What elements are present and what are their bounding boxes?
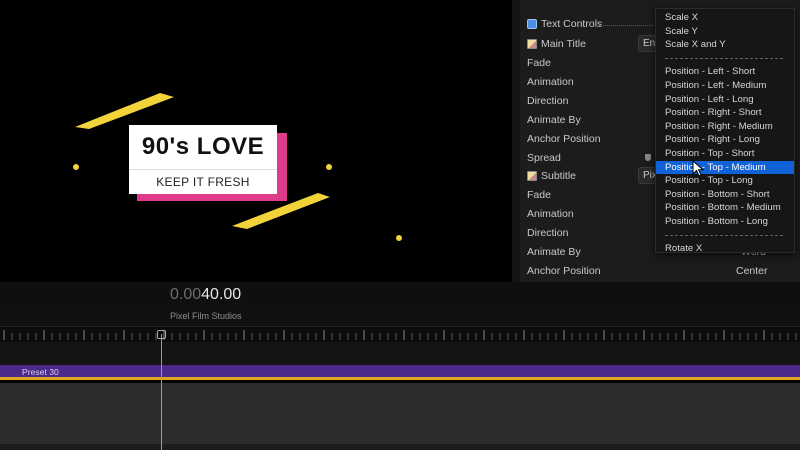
param-label: Subtitle xyxy=(541,170,577,182)
ruler-ticks xyxy=(3,330,797,340)
param-fade: Fade xyxy=(527,189,551,201)
playhead-icon[interactable] xyxy=(157,330,166,339)
project-name: Pixel Film Studios xyxy=(170,311,242,321)
menu-item[interactable]: Rotate X xyxy=(656,242,794,252)
menu-item[interactable]: Scale Y xyxy=(656,25,794,38)
yellow-dot xyxy=(73,164,79,170)
menu-item[interactable]: Position - Top - Long xyxy=(656,174,794,187)
clip-label: Preset 30 xyxy=(22,367,59,377)
title-card-sub: KEEP IT FRESH xyxy=(129,169,277,194)
param-animation: Animation xyxy=(527,208,574,220)
playhead-line[interactable] xyxy=(161,334,162,450)
menu-item[interactable]: Position - Right - Short xyxy=(656,106,794,119)
menu-item[interactable]: Scale X xyxy=(656,11,794,24)
title-sub-text: KEEP IT FRESH xyxy=(156,175,250,189)
timecode-bar xyxy=(0,282,800,306)
animation-dropdown-menu[interactable]: Scale X Scale Y Scale X and Y Position - Le… xyxy=(655,8,795,253)
menu-item[interactable]: Position - Top - Medium xyxy=(656,160,794,174)
timeline-ruler[interactable] xyxy=(0,326,800,342)
timecode-display[interactable]: 0.0040.00 xyxy=(170,286,241,304)
menu-item[interactable]: Position - Right - Medium xyxy=(656,120,794,133)
main-title-value-text: En xyxy=(643,38,656,49)
menu-item[interactable]: Position - Right - Long xyxy=(656,133,794,146)
timecode-main: 40.00 xyxy=(201,286,242,303)
menu-item[interactable]: Position - Top - Short xyxy=(656,147,794,160)
menu-item[interactable]: Position - Bottom - Short xyxy=(656,188,794,201)
menu-item[interactable]: Position - Left - Long xyxy=(656,93,794,106)
header-divider xyxy=(596,25,656,26)
timecode-dim: 0.00 xyxy=(170,286,202,303)
param-main-title[interactable]: Main Title xyxy=(527,38,586,50)
spread-slider-knob[interactable] xyxy=(645,154,651,161)
param-animation: Animation xyxy=(527,76,574,88)
param-spread: Spread xyxy=(527,152,561,164)
param-animate-by: Animate By xyxy=(527,114,581,126)
param-direction: Direction xyxy=(527,95,569,107)
text-edit-icon[interactable] xyxy=(527,171,537,181)
text-controls-header[interactable]: Text Controls xyxy=(527,18,602,30)
param-fade: Fade xyxy=(527,57,551,69)
menu-item[interactable]: Position - Left - Short xyxy=(656,65,794,78)
param-anchor-position: Anchor Position xyxy=(527,133,601,145)
param-subtitle[interactable]: Subtitle xyxy=(527,170,576,182)
menu-separator xyxy=(665,234,783,236)
title-main-text: 90's LOVE xyxy=(141,133,265,160)
section-header-label: Text Controls xyxy=(541,18,603,30)
param-anchor-position: Anchor Position xyxy=(527,265,601,277)
project-bar xyxy=(0,306,800,326)
title-card-main: 90's LOVE xyxy=(129,125,277,169)
menu-item[interactable]: Position - Left - Medium xyxy=(656,79,794,92)
anchor-position-value[interactable]: Center xyxy=(736,265,768,277)
yellow-dot xyxy=(396,235,402,241)
menu-item[interactable]: Position - Bottom - Medium xyxy=(656,201,794,214)
timeline-clip[interactable] xyxy=(0,365,800,380)
param-direction: Direction xyxy=(527,227,569,239)
timeline-bottom-edge xyxy=(0,444,800,450)
canvas-viewer: 90's LOVE KEEP IT FRESH xyxy=(0,0,512,282)
mouse-pointer-icon xyxy=(692,160,705,177)
param-animate-by: Animate By xyxy=(527,246,581,258)
yellow-dot xyxy=(326,164,332,170)
param-label: Main Title xyxy=(541,38,586,50)
menu-item[interactable]: Scale X and Y xyxy=(656,38,794,51)
yellow-streak-top xyxy=(75,93,174,129)
track-area xyxy=(0,342,800,365)
checkbox-checked-icon[interactable] xyxy=(527,19,537,29)
menu-item[interactable]: Position - Bottom - Long xyxy=(656,215,794,228)
timeline-lower-area xyxy=(0,383,800,450)
menu-separator xyxy=(665,57,783,59)
text-edit-icon[interactable] xyxy=(527,39,537,49)
